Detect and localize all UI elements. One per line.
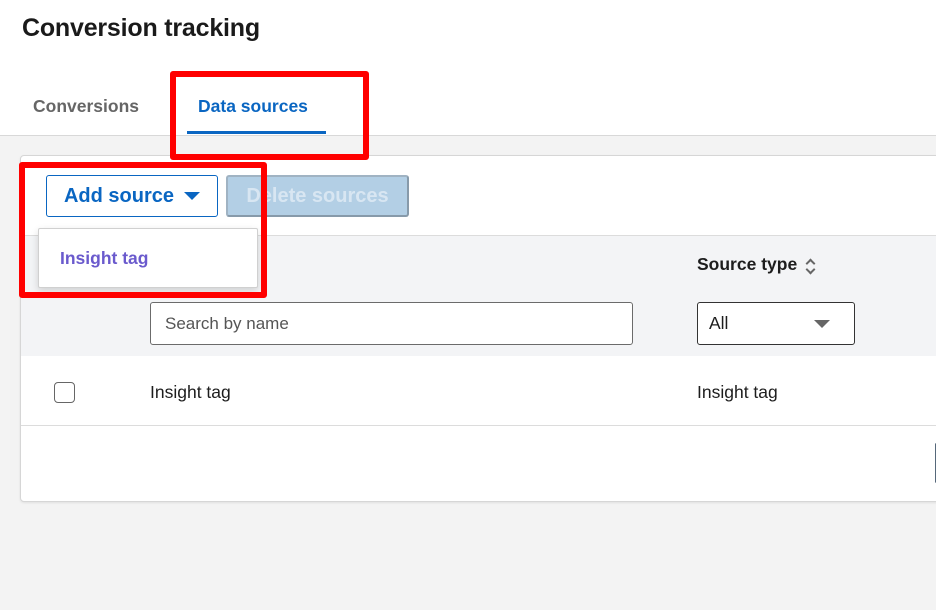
table-row: Insight tag Insight tag (21, 356, 936, 426)
chevron-down-icon (814, 319, 830, 328)
cell-source-name[interactable]: Insight tag (150, 382, 231, 403)
data-sources-panel: Add source Delete sources Source type Al… (20, 155, 936, 502)
search-by-name-input[interactable] (150, 302, 633, 345)
add-source-button[interactable]: Add source (46, 175, 218, 217)
page-header: Conversion tracking Conversions Data sou… (0, 0, 936, 136)
active-tab-indicator (187, 131, 326, 134)
toolbar: Add source Delete sources (21, 156, 936, 236)
tab-conversions[interactable]: Conversions (33, 96, 139, 117)
add-source-label: Add source (63, 184, 175, 207)
cell-source-type: Insight tag (697, 382, 778, 402)
source-type-selected-value: All (709, 313, 729, 333)
column-header-label: Source type (697, 254, 798, 274)
delete-sources-button[interactable]: Delete sources (226, 175, 409, 217)
source-type-filter-select[interactable]: All (697, 302, 855, 345)
caret-down-icon (184, 192, 201, 200)
row-checkbox[interactable] (54, 382, 75, 403)
add-source-dropdown-menu: Insight tag (38, 228, 258, 288)
sort-icon[interactable] (803, 257, 817, 274)
menu-item-insight-tag[interactable]: Insight tag (60, 248, 148, 269)
page-title: Conversion tracking (22, 14, 260, 42)
tab-data-sources[interactable]: Data sources (198, 96, 308, 117)
column-header-source-type[interactable]: Source type (697, 254, 817, 275)
